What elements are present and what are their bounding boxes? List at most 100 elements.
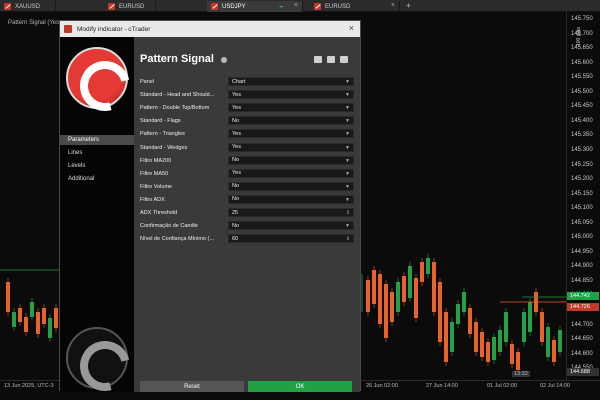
- ctrader-icon: [64, 25, 72, 33]
- save-preset-icon[interactable]: [314, 56, 322, 63]
- candle-body: [36, 312, 40, 334]
- close-icon[interactable]: ×: [391, 2, 395, 9]
- candle-body: [6, 282, 10, 312]
- param-row: Standard - Flags No ▼: [140, 116, 354, 126]
- param-value-text: Yes: [232, 91, 241, 98]
- param-value[interactable]: No ▼: [228, 155, 354, 165]
- price-tick: 144.900: [571, 263, 593, 270]
- ctrader-logo-faded: [66, 327, 128, 389]
- param-row: ADX Threshold 25 ⇕: [140, 208, 354, 218]
- param-value[interactable]: No ▼: [228, 194, 354, 204]
- reset-button[interactable]: Reset: [140, 381, 244, 392]
- ctrader-logo: [66, 47, 128, 109]
- price-tick: 145.700: [571, 30, 593, 37]
- param-value-text: No: [232, 117, 240, 124]
- price-tick: 145.600: [571, 59, 593, 66]
- info-icon[interactable]: [221, 57, 227, 63]
- candle-body: [498, 330, 502, 352]
- candle-body: [450, 322, 454, 352]
- price-tick: 145.500: [571, 88, 593, 95]
- close-icon[interactable]: ×: [294, 2, 298, 9]
- stepper-icon[interactable]: ⇕: [346, 236, 350, 242]
- param-value[interactable]: 25 ⇕: [228, 208, 354, 217]
- param-value[interactable]: No ▼: [228, 181, 354, 191]
- param-value[interactable]: Yes ▼: [228, 129, 354, 139]
- param-row: Standard - Wedges Yes ▼: [140, 142, 354, 153]
- link-icon[interactable]: ⌁: [279, 2, 288, 11]
- close-icon[interactable]: ×: [349, 23, 354, 33]
- chevron-down-icon[interactable]: ▼: [345, 79, 350, 85]
- chevron-down-icon[interactable]: ▼: [345, 171, 350, 177]
- param-value[interactable]: Yes ▼: [228, 168, 354, 178]
- chevron-down-icon[interactable]: ▼: [345, 105, 350, 111]
- param-value[interactable]: No ▼: [228, 221, 354, 231]
- param-row: Confirmação de Candle No ▼: [140, 221, 354, 231]
- param-label: Nível de Confiança Mínimo (...: [140, 236, 214, 243]
- chevron-down-icon[interactable]: ▼: [345, 158, 350, 164]
- candle-body: [546, 327, 550, 357]
- chart-icon: [314, 3, 321, 10]
- candle-body: [432, 262, 436, 312]
- candle-body: [486, 342, 490, 362]
- param-label: Pattern - Triangles: [140, 131, 185, 138]
- param-value[interactable]: Yes ▼: [228, 90, 354, 100]
- tab-eurusd-2[interactable]: EURUSD ×: [310, 1, 400, 12]
- candle-body: [396, 282, 400, 312]
- candle-body: [552, 340, 556, 362]
- candle-body: [474, 322, 478, 352]
- param-value-text: Chart: [232, 78, 246, 85]
- candle-body: [390, 292, 394, 322]
- param-value[interactable]: Chart ▼: [228, 77, 354, 86]
- delete-preset-icon[interactable]: [340, 56, 348, 63]
- candle-body: [366, 280, 370, 312]
- chevron-down-icon[interactable]: ▼: [345, 197, 350, 203]
- param-value-text: No: [232, 222, 240, 229]
- price-tick: 145.550: [571, 74, 593, 81]
- price-tick: 145.650: [571, 45, 593, 52]
- nav-levels[interactable]: Levels: [60, 161, 134, 171]
- load-preset-icon[interactable]: [327, 56, 335, 63]
- tab-xauusd[interactable]: XAUUSD: [0, 1, 56, 12]
- chevron-down-icon[interactable]: ▼: [345, 223, 350, 229]
- chevron-down-icon[interactable]: ▼: [345, 92, 350, 98]
- param-value[interactable]: Yes ▼: [228, 142, 354, 152]
- chevron-down-icon[interactable]: ▼: [345, 145, 350, 151]
- param-value[interactable]: Yes ▼: [228, 103, 354, 113]
- candle-body: [54, 308, 58, 328]
- candle-body: [42, 308, 46, 324]
- add-tab-icon[interactable]: +: [406, 1, 411, 10]
- param-row: Filtro Volume No ▼: [140, 181, 354, 192]
- candle-body: [504, 312, 508, 342]
- chevron-down-icon[interactable]: ▼: [345, 118, 350, 124]
- candle-body: [444, 312, 448, 362]
- price-tick: 144.700: [571, 321, 593, 328]
- ok-button[interactable]: OK: [248, 381, 352, 392]
- param-value-text: No: [232, 157, 240, 164]
- tab-eurusd[interactable]: EURUSD: [104, 1, 156, 12]
- price-tick: 145.150: [571, 190, 593, 197]
- nav-parameters[interactable]: Parameters: [60, 135, 134, 145]
- candle-body: [48, 318, 52, 338]
- param-value-text: Yes: [232, 130, 241, 137]
- candle-body: [480, 332, 484, 357]
- tab-usdjpy[interactable]: USDJPY ⌁ ×: [207, 1, 303, 12]
- candle-body: [18, 308, 22, 322]
- chevron-down-icon[interactable]: ▼: [345, 184, 350, 190]
- param-label: Confirmação de Candle: [140, 223, 198, 230]
- dialog-title: Modify indicator - cTrader: [77, 25, 151, 33]
- param-value[interactable]: 60 ⇕: [228, 234, 354, 244]
- time-label: 13 Jun 2025, UTC-3: [4, 383, 54, 389]
- param-value[interactable]: No ▼: [228, 116, 354, 126]
- nav-additional[interactable]: Additional: [60, 174, 134, 184]
- panel-title: Pattern Signal: [140, 53, 214, 65]
- stepper-icon[interactable]: ⇕: [346, 210, 350, 216]
- price-axis[interactable]: 100 pips 145.750 145.700 145.650 145.600 145…: [566, 12, 600, 380]
- dialog-main: Pattern Signal Panel Chart ▼ Standard - Hea…: [134, 37, 360, 392]
- param-value-text: No: [232, 196, 240, 203]
- time-label: 01 Jul 02:00: [487, 383, 517, 389]
- chevron-down-icon[interactable]: ▼: [345, 131, 350, 137]
- nav-lines[interactable]: Lines: [60, 148, 134, 158]
- param-label: Panel: [140, 79, 155, 85]
- param-value-text: 25: [232, 209, 239, 216]
- price-tick: 145.400: [571, 117, 593, 124]
